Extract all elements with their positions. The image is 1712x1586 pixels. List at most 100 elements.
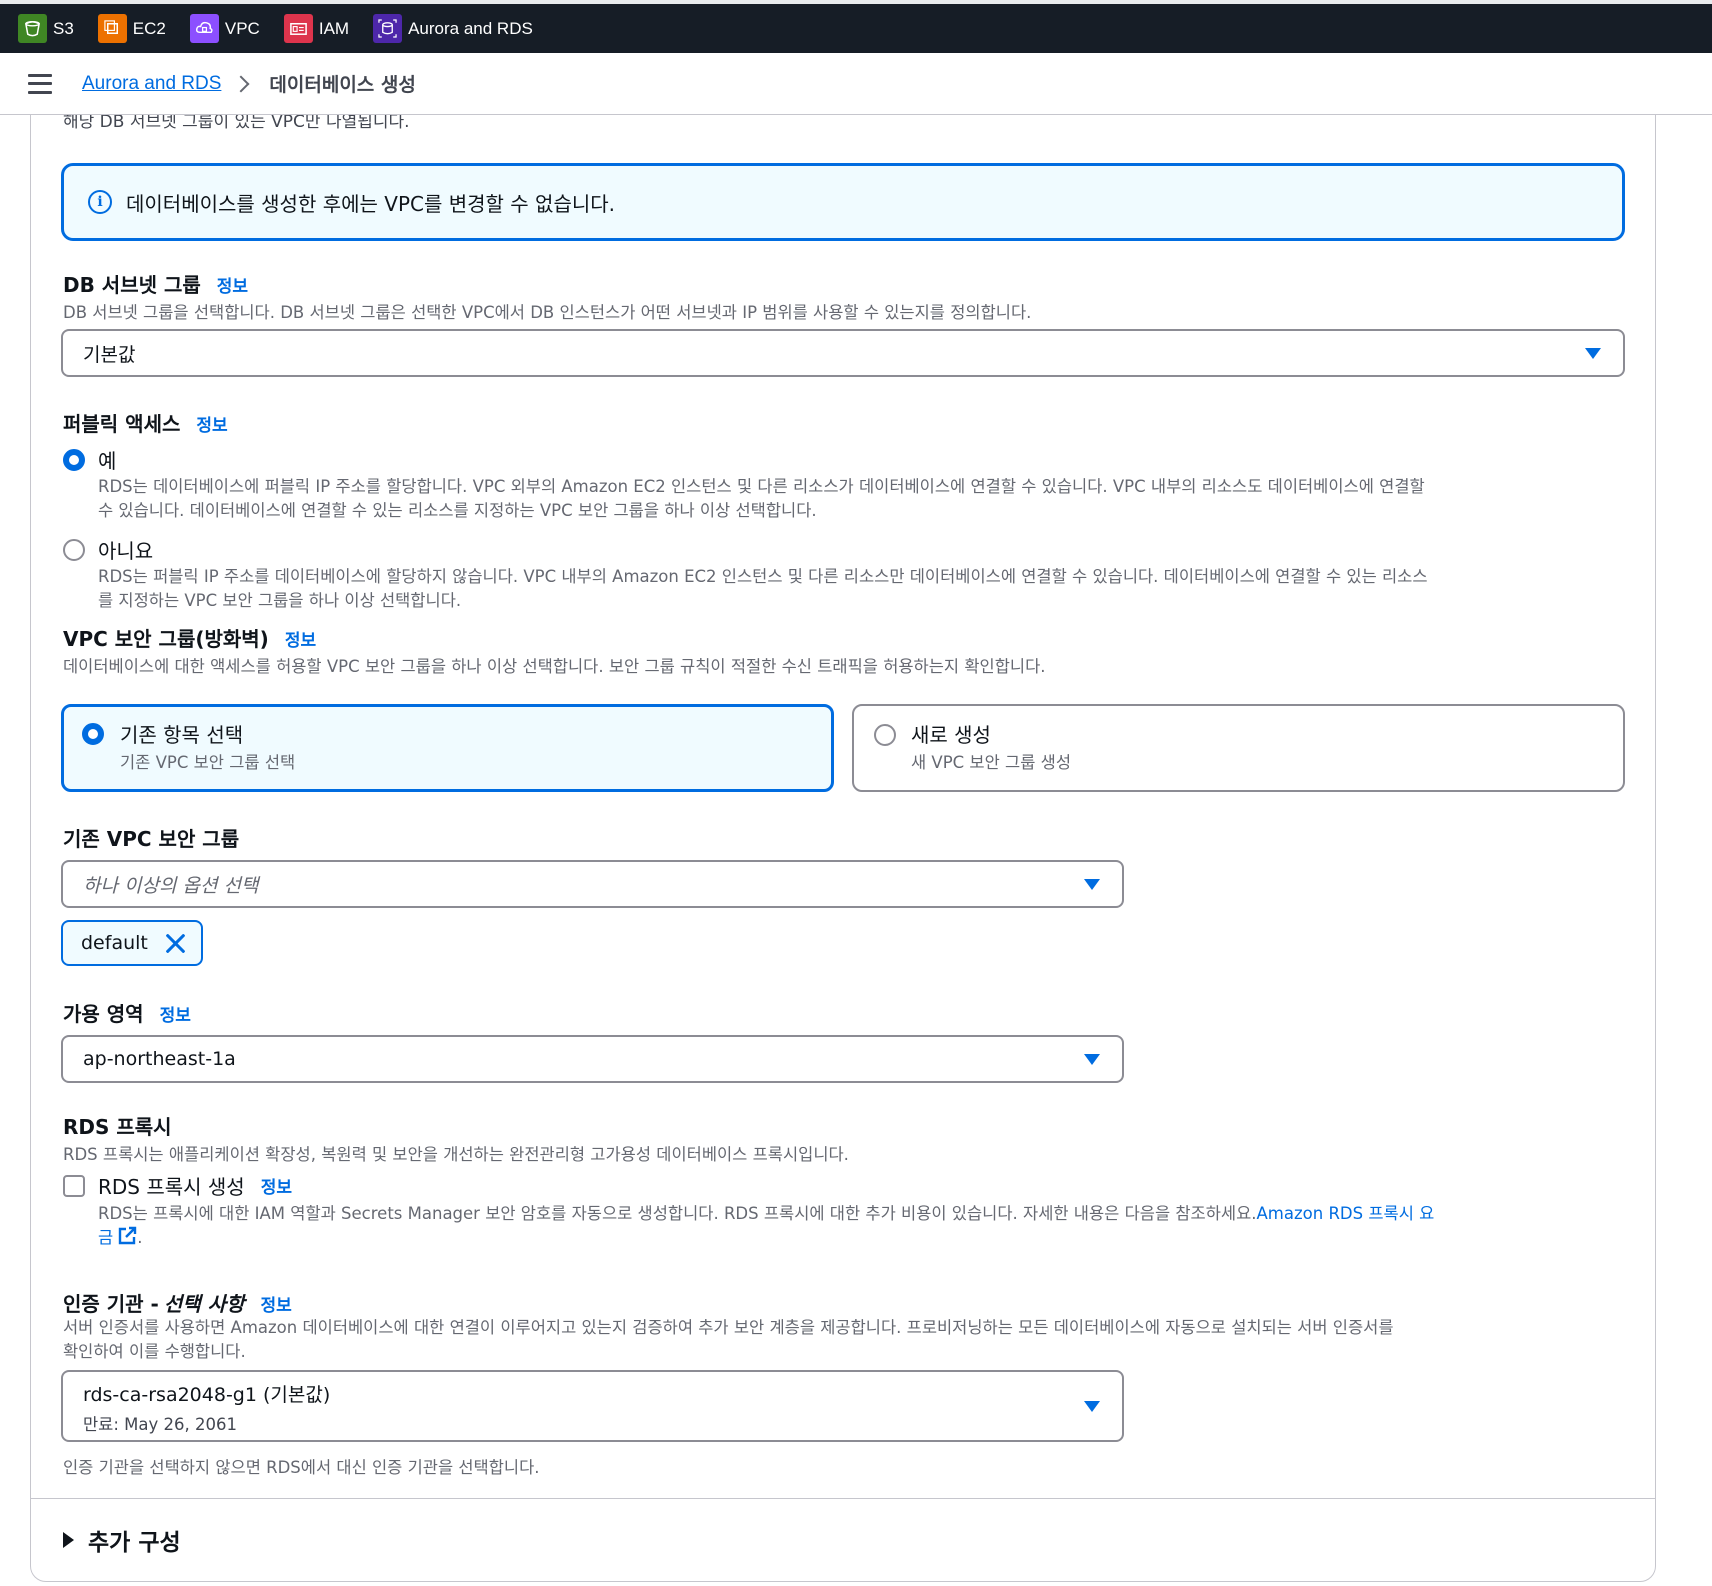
checkbox-label: RDS 프록시 생성 <box>98 1175 245 1199</box>
rds-proxy-label: RDS 프록시 <box>63 1115 172 1139</box>
select-placeholder: 하나 이상의 옵션 선택 <box>83 874 259 897</box>
connectivity-panel: 해당 DB 서브넷 그룹이 있는 VPC만 나열됩니다. i 데이터베이스를 생… <box>30 60 1656 1582</box>
tile-subtitle: 기존 VPC 보안 그룹 선택 <box>120 753 296 772</box>
additional-config-expander[interactable]: 추가 구성 <box>63 1523 181 1557</box>
certificate-authority-info-link[interactable]: 정보 <box>261 1296 292 1316</box>
certificate-authority-header: 인증 기관 - 선택 사항 정보 <box>63 1288 292 1317</box>
rds-proxy-checkbox[interactable] <box>63 1174 85 1197</box>
caret-down-icon <box>1084 1401 1100 1412</box>
rds-proxy-description: RDS 프록시는 애플리케이션 확장성, 복원력 및 보안을 개선하는 완전관리… <box>63 1145 849 1164</box>
select-value: ap-northeast-1a <box>83 1048 236 1070</box>
existing-vpc-sg-label: 기존 VPC 보안 그룹 <box>63 827 240 851</box>
public-access-yes-description: RDS는 데이터베이스에 퍼블릭 IP 주소를 할당합니다. VPC 외부의 A… <box>98 475 1425 523</box>
vpc-security-group-description: 데이터베이스에 대한 액세스를 허용할 VPC 보안 그룹을 하나 이상 선택합… <box>63 657 1046 676</box>
rds-proxy-help-text: RDS는 프록시에 대한 IAM 역할과 Secrets Manager 보안 … <box>98 1202 1628 1250</box>
breadcrumb-link-rds[interactable]: Aurora and RDS <box>82 73 221 95</box>
radio-yes[interactable] <box>63 448 85 471</box>
tile-title: 새로 생성 <box>911 723 991 747</box>
s3-icon <box>18 14 47 43</box>
tile-title: 기존 항목 선택 <box>120 723 244 747</box>
ec2-icon <box>97 14 127 43</box>
service-shortcut-bar: S3 EC2 VPC IAM Aurora and RDS <box>0 0 1712 53</box>
caret-down-icon <box>1585 348 1601 359</box>
service-label: Aurora and RDS <box>408 18 533 38</box>
service-shortcut-vpc[interactable]: VPC <box>189 14 260 43</box>
service-label: EC2 <box>132 18 166 38</box>
public-access-option-no[interactable]: 아니요 <box>63 535 153 564</box>
divider <box>31 1498 1655 1499</box>
caret-down-icon <box>1084 1054 1100 1065</box>
select-value: rds-ca-rsa2048-g1 (기본값) <box>83 1384 331 1406</box>
vpc-security-group-label: VPC 보안 그룹(방화벽) <box>63 627 269 651</box>
existing-vpc-sg-multiselect[interactable]: 하나 이상의 옵션 선택 <box>61 860 1124 908</box>
external-link-icon[interactable] <box>117 1226 137 1246</box>
radio-no[interactable] <box>63 538 85 561</box>
availability-zone-select[interactable]: ap-northeast-1a <box>61 1035 1124 1083</box>
db-subnet-group-description: DB 서브넷 그룹을 선택합니다. DB 서브넷 그룹은 선택한 VPC에서 D… <box>63 303 1032 322</box>
vpc-security-group-info-link[interactable]: 정보 <box>285 631 316 651</box>
breadcrumb-current: 데이터베이스 생성 <box>269 74 416 96</box>
option-title: 예 <box>98 449 117 473</box>
certificate-authority-optional: 선택 사항 <box>163 1292 245 1316</box>
help-text: RDS는 프록시에 대한 IAM 역할과 Secrets Manager 보안 … <box>98 1204 1257 1223</box>
description-line: RDS는 퍼블릭 IP 주소를 데이터베이스에 할당하지 않습니다. VPC 내… <box>98 567 1428 586</box>
service-label: S3 <box>53 18 74 38</box>
radio-choose-existing[interactable] <box>82 723 104 745</box>
caret-right-icon <box>63 1532 74 1548</box>
service-label: IAM <box>318 18 350 38</box>
tile-subtitle: 새 VPC 보안 그룹 생성 <box>911 753 1071 772</box>
close-icon[interactable] <box>164 932 186 954</box>
description-line: 수 있습니다. 데이터베이스에 연결할 수 있는 리소스를 지정하는 VPC 보… <box>98 501 817 520</box>
availability-zone-label: 가용 영역 <box>63 1002 144 1026</box>
radio-create-new[interactable] <box>874 724 896 746</box>
service-shortcut-rds[interactable]: Aurora and RDS <box>373 14 533 43</box>
tile-create-new[interactable]: 새로 생성 새 VPC 보안 그룹 생성 <box>852 704 1625 792</box>
db-subnet-group-info-link[interactable]: 정보 <box>217 277 248 297</box>
db-subnet-group-header: DB 서브넷 그룹 정보 <box>63 269 248 298</box>
tile-choose-existing[interactable]: 기존 항목 선택 기존 VPC 보안 그룹 선택 <box>61 704 834 792</box>
public-access-info-link[interactable]: 정보 <box>196 416 227 436</box>
rds-proxy-info-link[interactable]: 정보 <box>261 1173 292 1198</box>
caret-down-icon <box>1084 879 1100 890</box>
vpc-info-alert: i 데이터베이스를 생성한 후에는 VPC를 변경할 수 없습니다. <box>61 163 1625 241</box>
iam-icon <box>283 14 313 43</box>
description-line: 를 지정하는 VPC 보안 그룹을 하나 이상 선택합니다. <box>98 591 462 610</box>
select-value: 기본값 <box>83 343 136 366</box>
certificate-authority-label: 인증 기관 - <box>63 1292 159 1316</box>
availability-zone-info-link[interactable]: 정보 <box>160 1006 191 1026</box>
description-line: 서버 인증서를 사용하면 Amazon 데이터베이스에 대한 연결이 이루어지고… <box>63 1318 1394 1337</box>
db-subnet-group-label: DB 서브넷 그룹 <box>63 273 201 297</box>
certificate-authority-select[interactable]: rds-ca-rsa2048-g1 (기본값) 만료: May 26, 2061 <box>61 1370 1124 1442</box>
vpc-icon <box>189 14 219 43</box>
additional-config-label: 추가 구성 <box>88 1530 181 1556</box>
rds-proxy-checkbox-row[interactable]: RDS 프록시 생성 정보 <box>63 1171 292 1200</box>
trailing-period: . <box>137 1228 143 1247</box>
certificate-authority-description: 서버 인증서를 사용하면 Amazon 데이터베이스에 대한 연결이 이루어지고… <box>63 1316 1394 1364</box>
breadcrumb-bar: Aurora and RDS 데이터베이스 생성 <box>0 53 1712 115</box>
token-default: default <box>61 920 203 966</box>
vpc-security-group-header: VPC 보안 그룹(방화벽) 정보 <box>63 623 316 652</box>
info-icon: i <box>88 190 112 214</box>
db-subnet-group-select[interactable]: 기본값 <box>61 329 1625 377</box>
service-shortcut-iam[interactable]: IAM <box>283 14 350 43</box>
service-shortcut-ec2[interactable]: EC2 <box>97 14 166 43</box>
rds-icon <box>373 14 403 43</box>
service-label: VPC <box>224 18 260 38</box>
public-access-header: 퍼블릭 액세스 정보 <box>63 408 228 437</box>
option-title: 아니요 <box>98 539 154 563</box>
certificate-expiry: 만료: May 26, 2061 <box>83 1415 237 1434</box>
description-line: 확인하여 이를 수행합니다. <box>63 1342 246 1361</box>
alert-text: 데이터베이스를 생성한 후에는 VPC를 변경할 수 없습니다. <box>126 191 616 216</box>
token-label: default <box>81 932 148 954</box>
rds-proxy-pricing-link-continued[interactable]: 금 <box>98 1228 113 1247</box>
chevron-right-icon <box>232 75 250 92</box>
description-line: RDS는 데이터베이스에 퍼블릭 IP 주소를 할당합니다. VPC 외부의 A… <box>98 477 1425 496</box>
service-shortcut-s3[interactable]: S3 <box>18 14 74 43</box>
certificate-authority-footer: 인증 기관을 선택하지 않으면 RDS에서 대신 인증 기관을 선택합니다. <box>63 1458 540 1477</box>
public-access-no-description: RDS는 퍼블릭 IP 주소를 데이터베이스에 할당하지 않습니다. VPC 내… <box>98 565 1428 613</box>
menu-icon[interactable] <box>28 73 52 94</box>
availability-zone-header: 가용 영역 정보 <box>63 998 191 1027</box>
public-access-option-yes[interactable]: 예 <box>63 445 116 474</box>
public-access-label: 퍼블릭 액세스 <box>63 412 181 436</box>
rds-proxy-pricing-link[interactable]: Amazon RDS 프록시 요 <box>1257 1204 1435 1223</box>
